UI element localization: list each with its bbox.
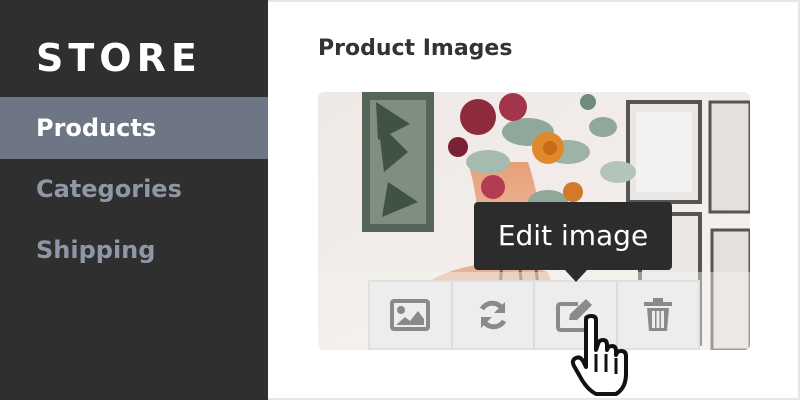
main-content: Product Images Edit image: [268, 0, 800, 400]
sidebar: STORE Products Categories Shipping: [0, 0, 268, 400]
hand-pointer-cursor-icon: [570, 314, 628, 396]
section-title: Product Images: [318, 36, 513, 61]
sidebar-item-categories[interactable]: Categories: [0, 158, 268, 220]
sidebar-item-shipping[interactable]: Shipping: [0, 219, 268, 281]
rotate-image-button[interactable]: [453, 282, 535, 348]
store-logo: STORE: [36, 36, 202, 80]
image-icon: [390, 299, 431, 331]
tooltip-arrow: [564, 269, 588, 282]
edit-image-tooltip: Edit image: [474, 202, 672, 270]
refresh-icon: [479, 300, 506, 330]
image-toolbar: [368, 280, 700, 350]
replace-image-button[interactable]: [370, 282, 453, 348]
app-window: STORE Products Categories Shipping Produ…: [0, 0, 800, 400]
trash-icon: [643, 298, 672, 331]
sidebar-item-products[interactable]: Products: [0, 97, 268, 159]
